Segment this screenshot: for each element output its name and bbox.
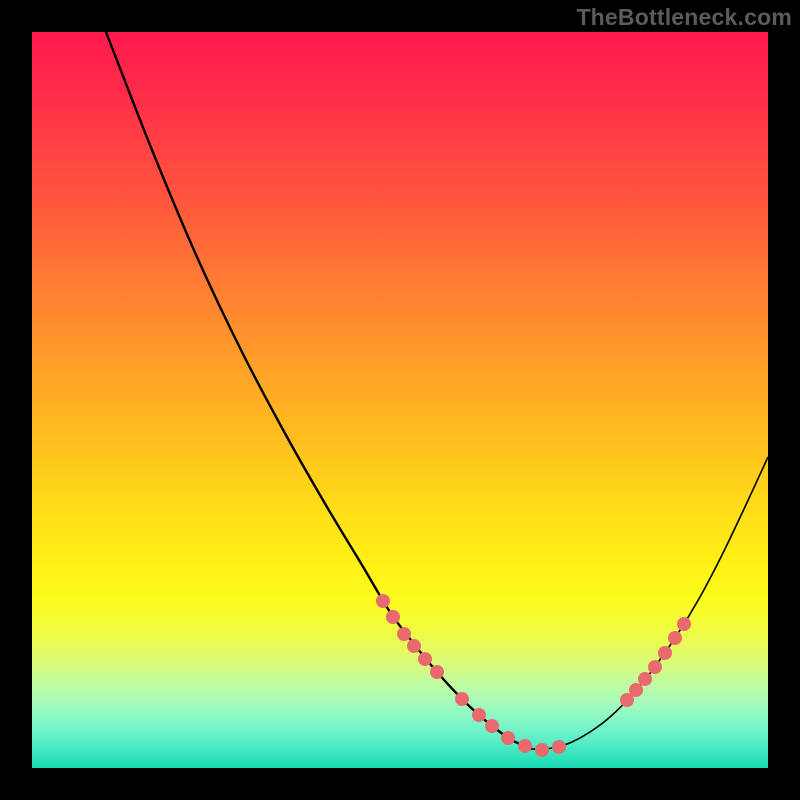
data-point-dot	[386, 610, 400, 624]
data-point-dot	[407, 639, 421, 653]
data-point-dot	[418, 652, 432, 666]
data-point-dot	[455, 692, 469, 706]
data-point-dot	[518, 739, 532, 753]
bottleneck-curve-right	[532, 457, 768, 749]
data-point-markers	[376, 594, 691, 757]
data-point-dot	[629, 683, 643, 697]
data-point-dot	[472, 708, 486, 722]
curve-layer	[32, 32, 768, 768]
data-point-dot	[552, 740, 566, 754]
data-point-dot	[668, 631, 682, 645]
data-point-dot	[430, 665, 444, 679]
bottleneck-curve-left	[106, 32, 532, 749]
data-point-dot	[638, 672, 652, 686]
plot-area	[32, 32, 768, 768]
data-point-dot	[397, 627, 411, 641]
data-point-dot	[535, 743, 549, 757]
data-point-dot	[648, 660, 662, 674]
data-point-dot	[376, 594, 390, 608]
data-point-dot	[658, 646, 672, 660]
data-point-dot	[501, 731, 515, 745]
data-point-dot	[485, 719, 499, 733]
chart-frame: TheBottleneck.com	[0, 0, 800, 800]
data-point-dot	[677, 617, 691, 631]
watermark-text: TheBottleneck.com	[576, 4, 792, 31]
